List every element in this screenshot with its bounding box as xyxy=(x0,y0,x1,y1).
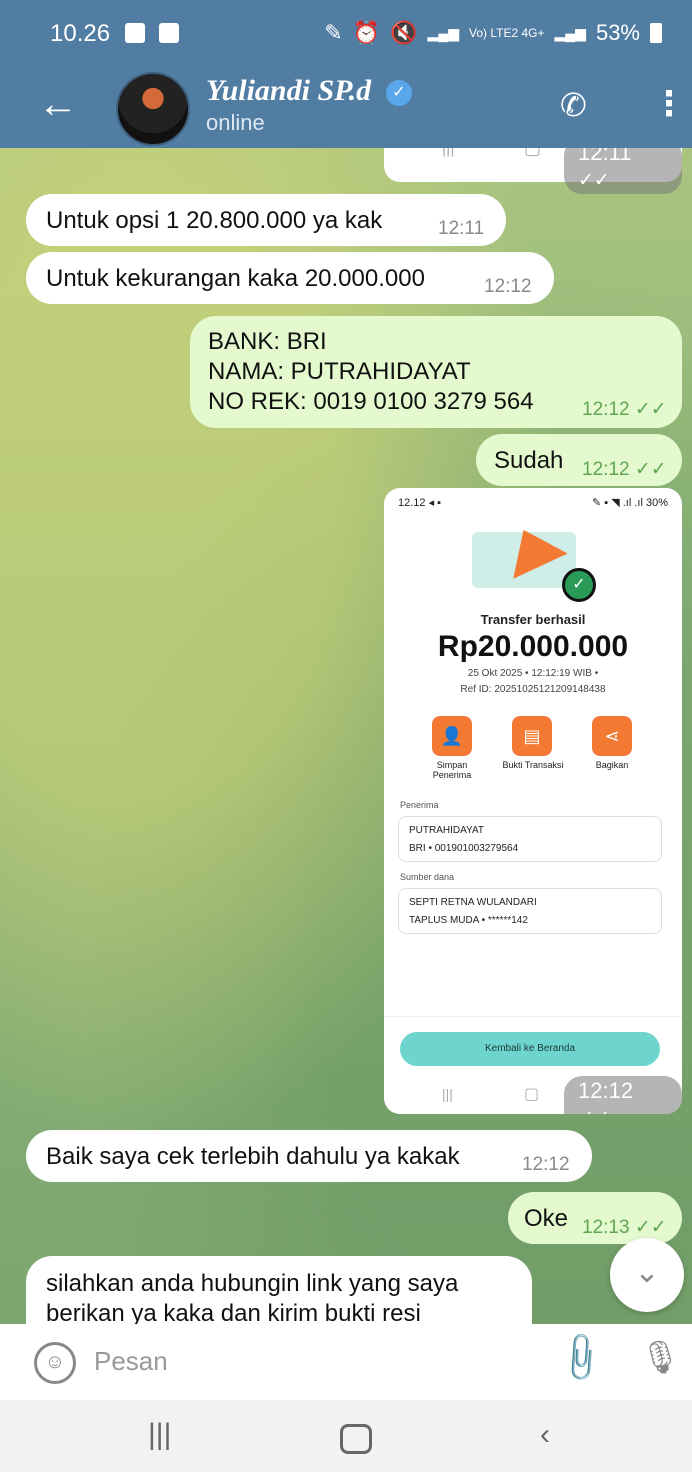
microphone-icon[interactable]: 🎙 xyxy=(640,1338,681,1376)
message-bubble[interactable]: ||| ▢ 12:11 ✓✓ xyxy=(384,148,682,194)
message-text: Untuk opsi 1 20.800.000 ya kak xyxy=(46,207,383,234)
sumber-account: TAPLUS MUDA • ******142 xyxy=(409,915,528,926)
gallery-icon xyxy=(124,23,145,43)
transfer-title: Transfer berhasil xyxy=(480,612,586,627)
message-text: Sudah xyxy=(494,447,564,474)
action-label: Simpan Penerima xyxy=(432,760,472,780)
message-time: 12:12 ✓✓ xyxy=(582,459,667,480)
message-line: NAMA: PUTRAHIDAYAT xyxy=(208,358,471,385)
kebab-icon[interactable]: ⋮ xyxy=(652,84,686,124)
message-bubble[interactable]: Untuk opsi 1 20.800.000 ya kak 12:11 xyxy=(26,194,506,246)
paperclip-icon[interactable]: 📎 xyxy=(552,1329,610,1387)
message-time: 12:13 ✓✓ xyxy=(582,1217,667,1238)
back-to-home-button[interactable]: Kembali ke Beranda xyxy=(400,1032,660,1066)
signal-icon-2: ▂▄▆ xyxy=(554,24,586,41)
message-line: berikan ya kaka dan kirim bukti resi xyxy=(46,1300,421,1324)
penerima-name: PUTRAHIDAYAT xyxy=(409,825,485,836)
back-icon[interactable]: ‹ xyxy=(540,1418,550,1452)
share-icon[interactable]: ⋖ xyxy=(592,716,632,756)
status-time: 10.26 xyxy=(50,20,111,47)
sumber-name: SEPTI RETNA WULANDARI xyxy=(409,897,537,908)
message-time: 12:11 xyxy=(438,218,485,239)
battery-level: 53% xyxy=(595,20,640,45)
message-bubble[interactable]: Baik saya cek terlebih dahulu ya kakak 1… xyxy=(26,1130,592,1182)
message-input-bar: ☺ Pesan 📎 🎙 xyxy=(0,1324,692,1400)
bottom-divider xyxy=(384,1016,682,1017)
signal-icon: ▂▄▆ xyxy=(427,24,459,41)
message-bubble[interactable]: Sudah 12:12 ✓✓ xyxy=(476,434,682,486)
double-check-icon: ✓✓ xyxy=(634,459,667,480)
receipt-icon[interactable]: ▤ xyxy=(512,716,552,756)
message-text: Oke xyxy=(524,1205,569,1232)
chat-area[interactable]: ||| ▢ 12:11 ✓✓ Untuk opsi 1 20.800.000 y… xyxy=(0,148,692,1324)
contact-name[interactable]: Yuliandi SP.d xyxy=(206,74,371,108)
transfer-date: 25 Okt 2025 • 12:12:19 WIB • xyxy=(467,668,599,679)
message-bubble[interactable]: silahkan anda hubungin link yang saya be… xyxy=(26,1256,532,1324)
system-nav-bar: ||| ‹ xyxy=(0,1400,692,1472)
battery-icon xyxy=(650,23,662,43)
transfer-amount: Rp20.000.000 xyxy=(437,630,629,663)
recent-apps-icon[interactable]: ||| xyxy=(148,1418,171,1452)
avatar[interactable] xyxy=(116,72,190,146)
message-time: 12:12 xyxy=(484,276,532,297)
nav-home-icon: ▢ xyxy=(524,1086,540,1103)
top-bar: 10.26 ✎ ⏰ 🔇 ▂▄▆ Vo) LTE2 4G+ ▂▄▆ 53% ← Y… xyxy=(0,0,692,148)
message-time: 12:12 ✓✓ xyxy=(564,1076,682,1114)
action-label: Bagikan xyxy=(595,760,629,770)
image-message[interactable]: 12.12 ◂ ▪ ✎ ▪ ◥ .ıl .ıl 30% ✓ Transfer b… xyxy=(384,488,682,1114)
penerima-card: PUTRAHIDAYAT BRI • 001901003279564 xyxy=(398,816,662,862)
penerima-account: BRI • 001901003279564 xyxy=(409,843,519,854)
phone-icon[interactable]: ✆ xyxy=(560,86,587,124)
penerima-label: Penerima xyxy=(400,800,439,810)
nav-recent-icon: ||| xyxy=(442,148,455,157)
action-label: Bukti Transaksi xyxy=(502,760,564,770)
scroll-down-button[interactable]: ⌄ xyxy=(610,1238,684,1312)
alarm-icon: ⏰ xyxy=(352,20,381,45)
sumber-label: Sumber dana xyxy=(400,872,455,882)
message-line: BANK: BRI xyxy=(208,328,327,355)
home-icon[interactable] xyxy=(340,1424,372,1454)
transfer-ref: Ref ID: 20251025121209148438 xyxy=(460,684,606,695)
verified-icon: ✓ xyxy=(386,80,412,106)
message-time: 12:12 ✓✓ xyxy=(582,399,667,420)
message-text: Untuk kekurangan kaka 20.000.000 xyxy=(46,265,425,292)
shot-status-time: 12.12 xyxy=(398,497,426,509)
message-time: 12:11 ✓✓ xyxy=(564,148,682,194)
arrow-left-icon[interactable]: ← xyxy=(38,84,78,124)
nav-home-icon: ▢ xyxy=(524,148,542,158)
message-input[interactable]: Pesan xyxy=(94,1346,168,1377)
sumber-card: SEPTI RETNA WULANDARI TAPLUS MUDA • ****… xyxy=(398,888,662,934)
message-line: silahkan anda hubungin link yang saya xyxy=(46,1270,459,1297)
double-check-icon: ✓✓ xyxy=(634,1217,667,1238)
message-time: 12:12 xyxy=(522,1154,570,1175)
message-bubble[interactable]: BANK: BRI NAMA: PUTRAHIDAYAT NO REK: 001… xyxy=(190,316,682,428)
check-circle-icon: ✓ xyxy=(562,568,596,602)
emoji-icon[interactable]: ☺ xyxy=(34,1342,76,1384)
contact-status: online xyxy=(206,110,265,135)
network-label: Vo) LTE2 4G+ xyxy=(469,26,545,40)
shot-status-battery: 30% xyxy=(645,497,668,509)
add-contact-icon[interactable]: 👤 xyxy=(432,716,472,756)
status-bar: 10.26 ✎ ⏰ 🔇 ▂▄▆ Vo) LTE2 4G+ ▂▄▆ 53% xyxy=(0,0,692,70)
message-bubble[interactable]: Untuk kekurangan kaka 20.000.000 12:12 xyxy=(26,252,554,304)
leaf-icon: ✎ xyxy=(324,20,343,45)
mute-icon: 🔇 xyxy=(390,20,418,45)
double-check-icon: ✓✓ xyxy=(634,399,667,420)
chevron-down-icon: ⌄ xyxy=(634,1256,660,1289)
message-bubble[interactable]: Oke 12:13 ✓✓ xyxy=(508,1192,682,1244)
message-text: Baik saya cek terlebih dahulu ya kakak xyxy=(46,1143,460,1170)
checkbox-icon xyxy=(159,23,180,43)
message-line: NO REK: 0019 0100 3279 564 xyxy=(208,388,534,415)
nav-recent-icon: ||| xyxy=(442,1086,453,1102)
